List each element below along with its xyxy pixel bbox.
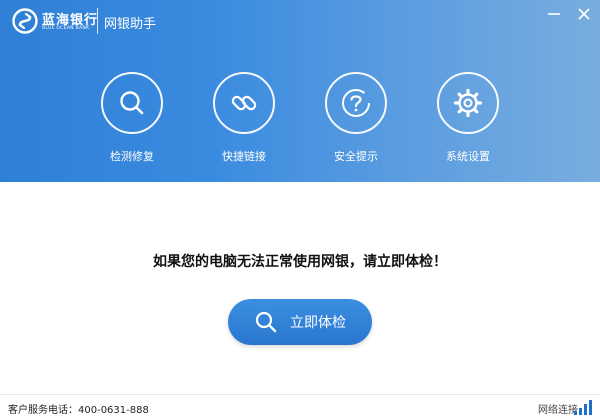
hotline-number: 400-0631-888 [78, 405, 149, 416]
search-icon [120, 91, 144, 115]
tool-detect-repair-label: 检测修复 [110, 150, 154, 163]
tool-quick-links-label: 快捷链接 [222, 150, 266, 163]
tool-quick-links[interactable]: 快捷链接 [211, 72, 277, 164]
search-icon [255, 311, 277, 333]
app-title: 网银助手 [104, 17, 157, 32]
tool-security-tips-label: 安全提示 [334, 150, 378, 163]
close-icon[interactable] [574, 4, 594, 24]
tool-quick-links-circle[interactable] [213, 72, 275, 134]
title-divider [97, 8, 98, 34]
minimize-icon[interactable] [544, 4, 564, 24]
checkup-prompt: 如果您的电脑无法正常使用网银，请立即体检！ [153, 254, 447, 270]
tool-security-tips[interactable]: 安全提示 [323, 72, 389, 164]
help-icon [342, 89, 370, 117]
tool-detect-repair-circle[interactable] [101, 72, 163, 134]
gear-icon [453, 88, 483, 118]
signal-icon [574, 400, 592, 415]
tool-security-tips-circle[interactable] [325, 72, 387, 134]
footer-divider [0, 394, 600, 395]
check-now-button[interactable]: 立即体检 [228, 299, 372, 345]
tool-system-settings-circle[interactable] [437, 72, 499, 134]
bank-name-en: BLUE OCEAN BANK [42, 26, 90, 31]
customer-hotline: 客户服务电话：400-0631-888 [8, 401, 149, 416]
check-now-button-label: 立即体检 [290, 315, 346, 331]
link-icon [231, 95, 257, 111]
tool-detect-repair[interactable]: 检测修复 [99, 72, 165, 164]
hotline-label: 客户服务电话： [8, 405, 78, 416]
tool-system-settings[interactable]: 系统设置 [435, 72, 501, 164]
tool-system-settings-label: 系统设置 [446, 150, 490, 163]
bank-logo-icon [12, 8, 38, 34]
header-banner: 蓝海银行 BLUE OCEAN BANK 网银助手 检测修复 快捷链接 安全提示… [0, 0, 600, 182]
